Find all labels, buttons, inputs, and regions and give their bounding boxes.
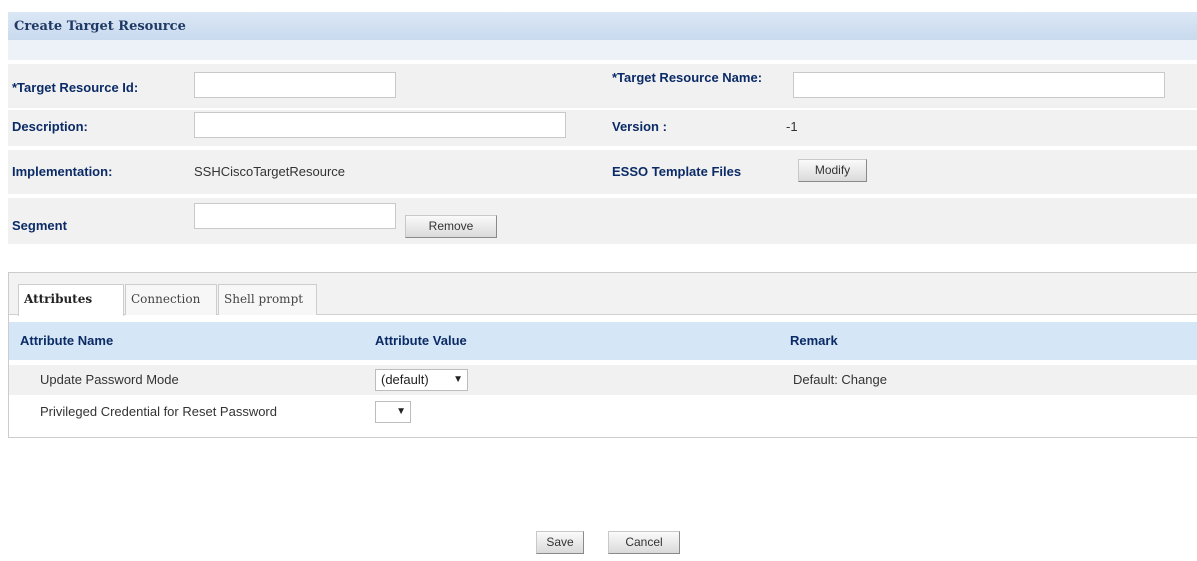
form-row-description: Description: Version : -1: [8, 110, 1197, 146]
tab-connection[interactable]: Connection: [125, 284, 217, 315]
segment-input[interactable]: [194, 203, 396, 229]
form-row-implementation: Implementation: SSHCiscoTargetResource E…: [8, 150, 1197, 194]
update-password-mode-select[interactable]: (default) ▼: [375, 369, 468, 391]
selected-value: (default): [381, 372, 429, 387]
implementation-label: Implementation:: [12, 164, 113, 179]
save-button[interactable]: Save: [536, 531, 584, 554]
remove-button[interactable]: Remove: [405, 215, 497, 238]
modify-button[interactable]: Modify: [798, 159, 867, 182]
tab-attributes[interactable]: Attributes: [18, 284, 124, 316]
table-row: Privileged Credential for Reset Password…: [9, 397, 1197, 427]
form-row-segment: Segment Remove: [8, 198, 1197, 244]
attributes-table-header: Attribute Name Attribute Value Remark: [9, 322, 1197, 360]
target-resource-name-label: *Target Resource Name:: [612, 70, 763, 85]
chevron-down-icon: ▼: [396, 406, 406, 417]
col-remark: Remark: [790, 333, 838, 348]
attribute-name: Update Password Mode: [40, 372, 179, 387]
target-resource-id-label: *Target Resource Id:: [12, 80, 139, 95]
tab-strip: Attributes Connection Shell prompt: [9, 273, 1197, 316]
privileged-credential-select[interactable]: ▼: [375, 401, 411, 423]
implementation-value: SSHCiscoTargetResource: [194, 164, 346, 179]
segment-label: Segment: [12, 218, 67, 233]
attribute-remark: Default: Change: [793, 372, 887, 387]
header-subbar: [8, 40, 1197, 60]
table-row: Update Password Mode (default) ▼ Default…: [9, 365, 1197, 395]
form-header: Create Target Resource: [8, 12, 1197, 40]
col-attribute-name: Attribute Name: [20, 333, 114, 348]
col-attribute-value: Attribute Value: [375, 333, 467, 348]
page-title: Create Target Resource: [14, 19, 186, 34]
target-resource-id-input[interactable]: [194, 72, 396, 98]
version-value: -1: [786, 119, 798, 134]
esso-template-files-label: ESSO Template Files: [612, 164, 742, 179]
cancel-button[interactable]: Cancel: [608, 531, 680, 554]
form-row-ids: *Target Resource Id: *Target Resource Na…: [8, 64, 1197, 108]
description-label: Description:: [12, 119, 88, 134]
attribute-name: Privileged Credential for Reset Password: [40, 404, 277, 419]
version-label: Version :: [612, 119, 667, 134]
tab-shell-prompt[interactable]: Shell prompt: [218, 284, 317, 315]
description-input[interactable]: [194, 112, 566, 138]
target-resource-name-input[interactable]: [793, 72, 1165, 98]
chevron-down-icon: ▼: [453, 374, 463, 385]
